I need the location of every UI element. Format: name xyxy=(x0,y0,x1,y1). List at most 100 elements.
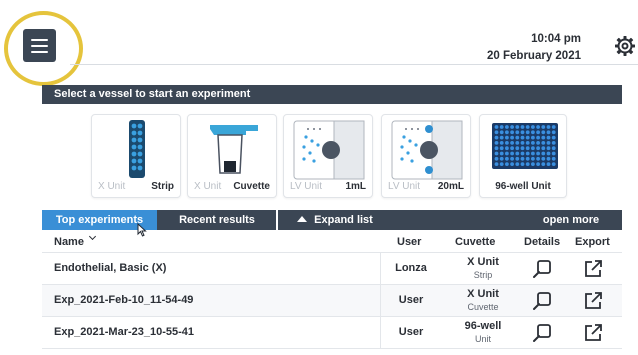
clock: 10:04 pm 20 February 2021 xyxy=(487,31,581,65)
hamburger-menu-button[interactable] xyxy=(23,29,56,62)
details-search-icon[interactable] xyxy=(532,259,552,279)
open-more-button[interactable]: open more xyxy=(520,210,622,230)
well-dot xyxy=(541,130,546,135)
column-divider xyxy=(380,253,381,284)
expand-list-button[interactable]: Expand list xyxy=(280,210,390,230)
well-dot xyxy=(494,135,499,140)
tab-divider xyxy=(276,210,278,230)
well-dot xyxy=(546,141,551,145)
well-dot xyxy=(546,130,551,135)
tab-recent-results[interactable]: Recent results xyxy=(161,210,273,230)
experiments-tab-bar: Top experiments Recent results Expand li… xyxy=(42,210,622,230)
column-header-user: User xyxy=(397,236,422,248)
column-header-name[interactable]: Name xyxy=(54,232,97,248)
well-dot xyxy=(510,135,514,140)
well-dot xyxy=(520,151,525,156)
well-dot xyxy=(505,162,509,166)
experiment-cuvette: X Unit Strip xyxy=(448,256,518,281)
cuvette-unit: X Unit xyxy=(467,288,499,300)
vessel-name-label: Strip xyxy=(151,181,174,192)
well-dot xyxy=(515,162,520,166)
well-dot xyxy=(520,141,525,145)
vessel-name-label: 1mL xyxy=(345,181,366,192)
menu-line xyxy=(31,50,48,53)
table-header: Name User Cuvette Details Export xyxy=(42,230,622,253)
details-search-icon[interactable] xyxy=(532,291,552,311)
well-dot xyxy=(525,125,530,129)
cuvette-type: Strip xyxy=(473,270,493,280)
well-dot xyxy=(531,151,535,156)
lv-1ml-icon xyxy=(293,120,365,180)
vessel-card-96-well[interactable]: 96-well Unit xyxy=(479,114,567,198)
experiment-cuvette: X Unit Cuvette xyxy=(448,288,518,313)
vessel-unit-label: LV Unit xyxy=(290,181,323,192)
well-dot xyxy=(510,151,514,156)
table-row[interactable]: Exp_2021-Mar-23_10-55-41 User 96-well Unit xyxy=(42,317,622,349)
well-dot xyxy=(520,130,525,135)
well-dot xyxy=(536,125,540,129)
vessel-unit-label: X Unit xyxy=(98,181,126,192)
well-dot xyxy=(536,146,540,151)
well-dot xyxy=(536,130,540,135)
well-dot xyxy=(520,135,525,140)
well-dot xyxy=(494,141,499,145)
chevron-up-icon xyxy=(297,216,308,222)
menu-line xyxy=(31,44,48,47)
well-dot xyxy=(551,146,556,151)
well-dot xyxy=(536,156,540,161)
well-dot xyxy=(551,141,556,145)
cuvette-unit: X Unit xyxy=(467,256,499,268)
well-dot xyxy=(525,141,530,145)
lv-20ml-icon xyxy=(391,120,463,180)
well-dot xyxy=(515,135,520,140)
well-dot xyxy=(505,141,509,145)
vessel-unit-label: X Unit xyxy=(194,181,222,192)
vessel-name-label: Cuvette xyxy=(233,181,270,192)
well-dot xyxy=(520,125,525,129)
vessel-card-strip[interactable]: X Unit Strip xyxy=(91,114,181,198)
well-dot xyxy=(546,125,551,129)
well-dot xyxy=(515,156,520,161)
export-icon[interactable] xyxy=(583,323,603,343)
well-dot xyxy=(499,125,504,129)
well-dot xyxy=(551,162,556,166)
vessel-unit-label: LV Unit xyxy=(388,181,421,192)
vessel-card-lv-20ml[interactable]: LV Unit 20mL xyxy=(381,114,471,198)
column-divider xyxy=(380,317,381,348)
export-icon[interactable] xyxy=(583,291,603,311)
column-header-name-label: Name xyxy=(54,236,84,248)
well-dot xyxy=(546,135,551,140)
well-dot xyxy=(525,135,530,140)
vessel-card-cuvette[interactable]: X Unit Cuvette xyxy=(187,114,277,198)
well-dot xyxy=(515,141,520,145)
column-divider xyxy=(380,285,381,316)
cuvette-type: Cuvette xyxy=(467,302,499,312)
export-icon[interactable] xyxy=(583,259,603,279)
experiment-user: Lonza xyxy=(395,262,427,274)
table-row[interactable]: Exp_2021-Feb-10_11-54-49 User X Unit Cuvett… xyxy=(42,285,622,317)
well-dot xyxy=(515,125,520,129)
cuvette-type: Unit xyxy=(474,334,491,344)
header-divider xyxy=(70,64,638,65)
well-dot xyxy=(546,162,551,166)
well-dot xyxy=(505,135,509,140)
menu-line xyxy=(31,38,48,41)
well-dot xyxy=(541,141,546,145)
well-dot xyxy=(551,125,556,129)
vessel-card-lv-1ml[interactable]: LV Unit 1mL xyxy=(283,114,373,198)
well-dot xyxy=(546,156,551,161)
well-dot xyxy=(499,156,504,161)
table-row[interactable]: Endothelial, Basic (X) Lonza X Unit Strip xyxy=(42,253,622,285)
details-search-icon[interactable] xyxy=(532,323,552,343)
well-dot xyxy=(505,146,509,151)
well-dot xyxy=(494,146,499,151)
well-dot xyxy=(531,125,535,129)
experiment-name: Exp_2021-Mar-23_10-55-41 xyxy=(54,326,195,338)
expand-list-label: Expand list xyxy=(314,214,373,226)
well-dot xyxy=(536,135,540,140)
settings-gear-icon[interactable] xyxy=(614,35,636,57)
well-dot xyxy=(499,141,504,145)
well-dot xyxy=(531,156,535,161)
well-dot xyxy=(494,156,499,161)
section-title: Select a vessel to start an experiment xyxy=(42,85,622,104)
